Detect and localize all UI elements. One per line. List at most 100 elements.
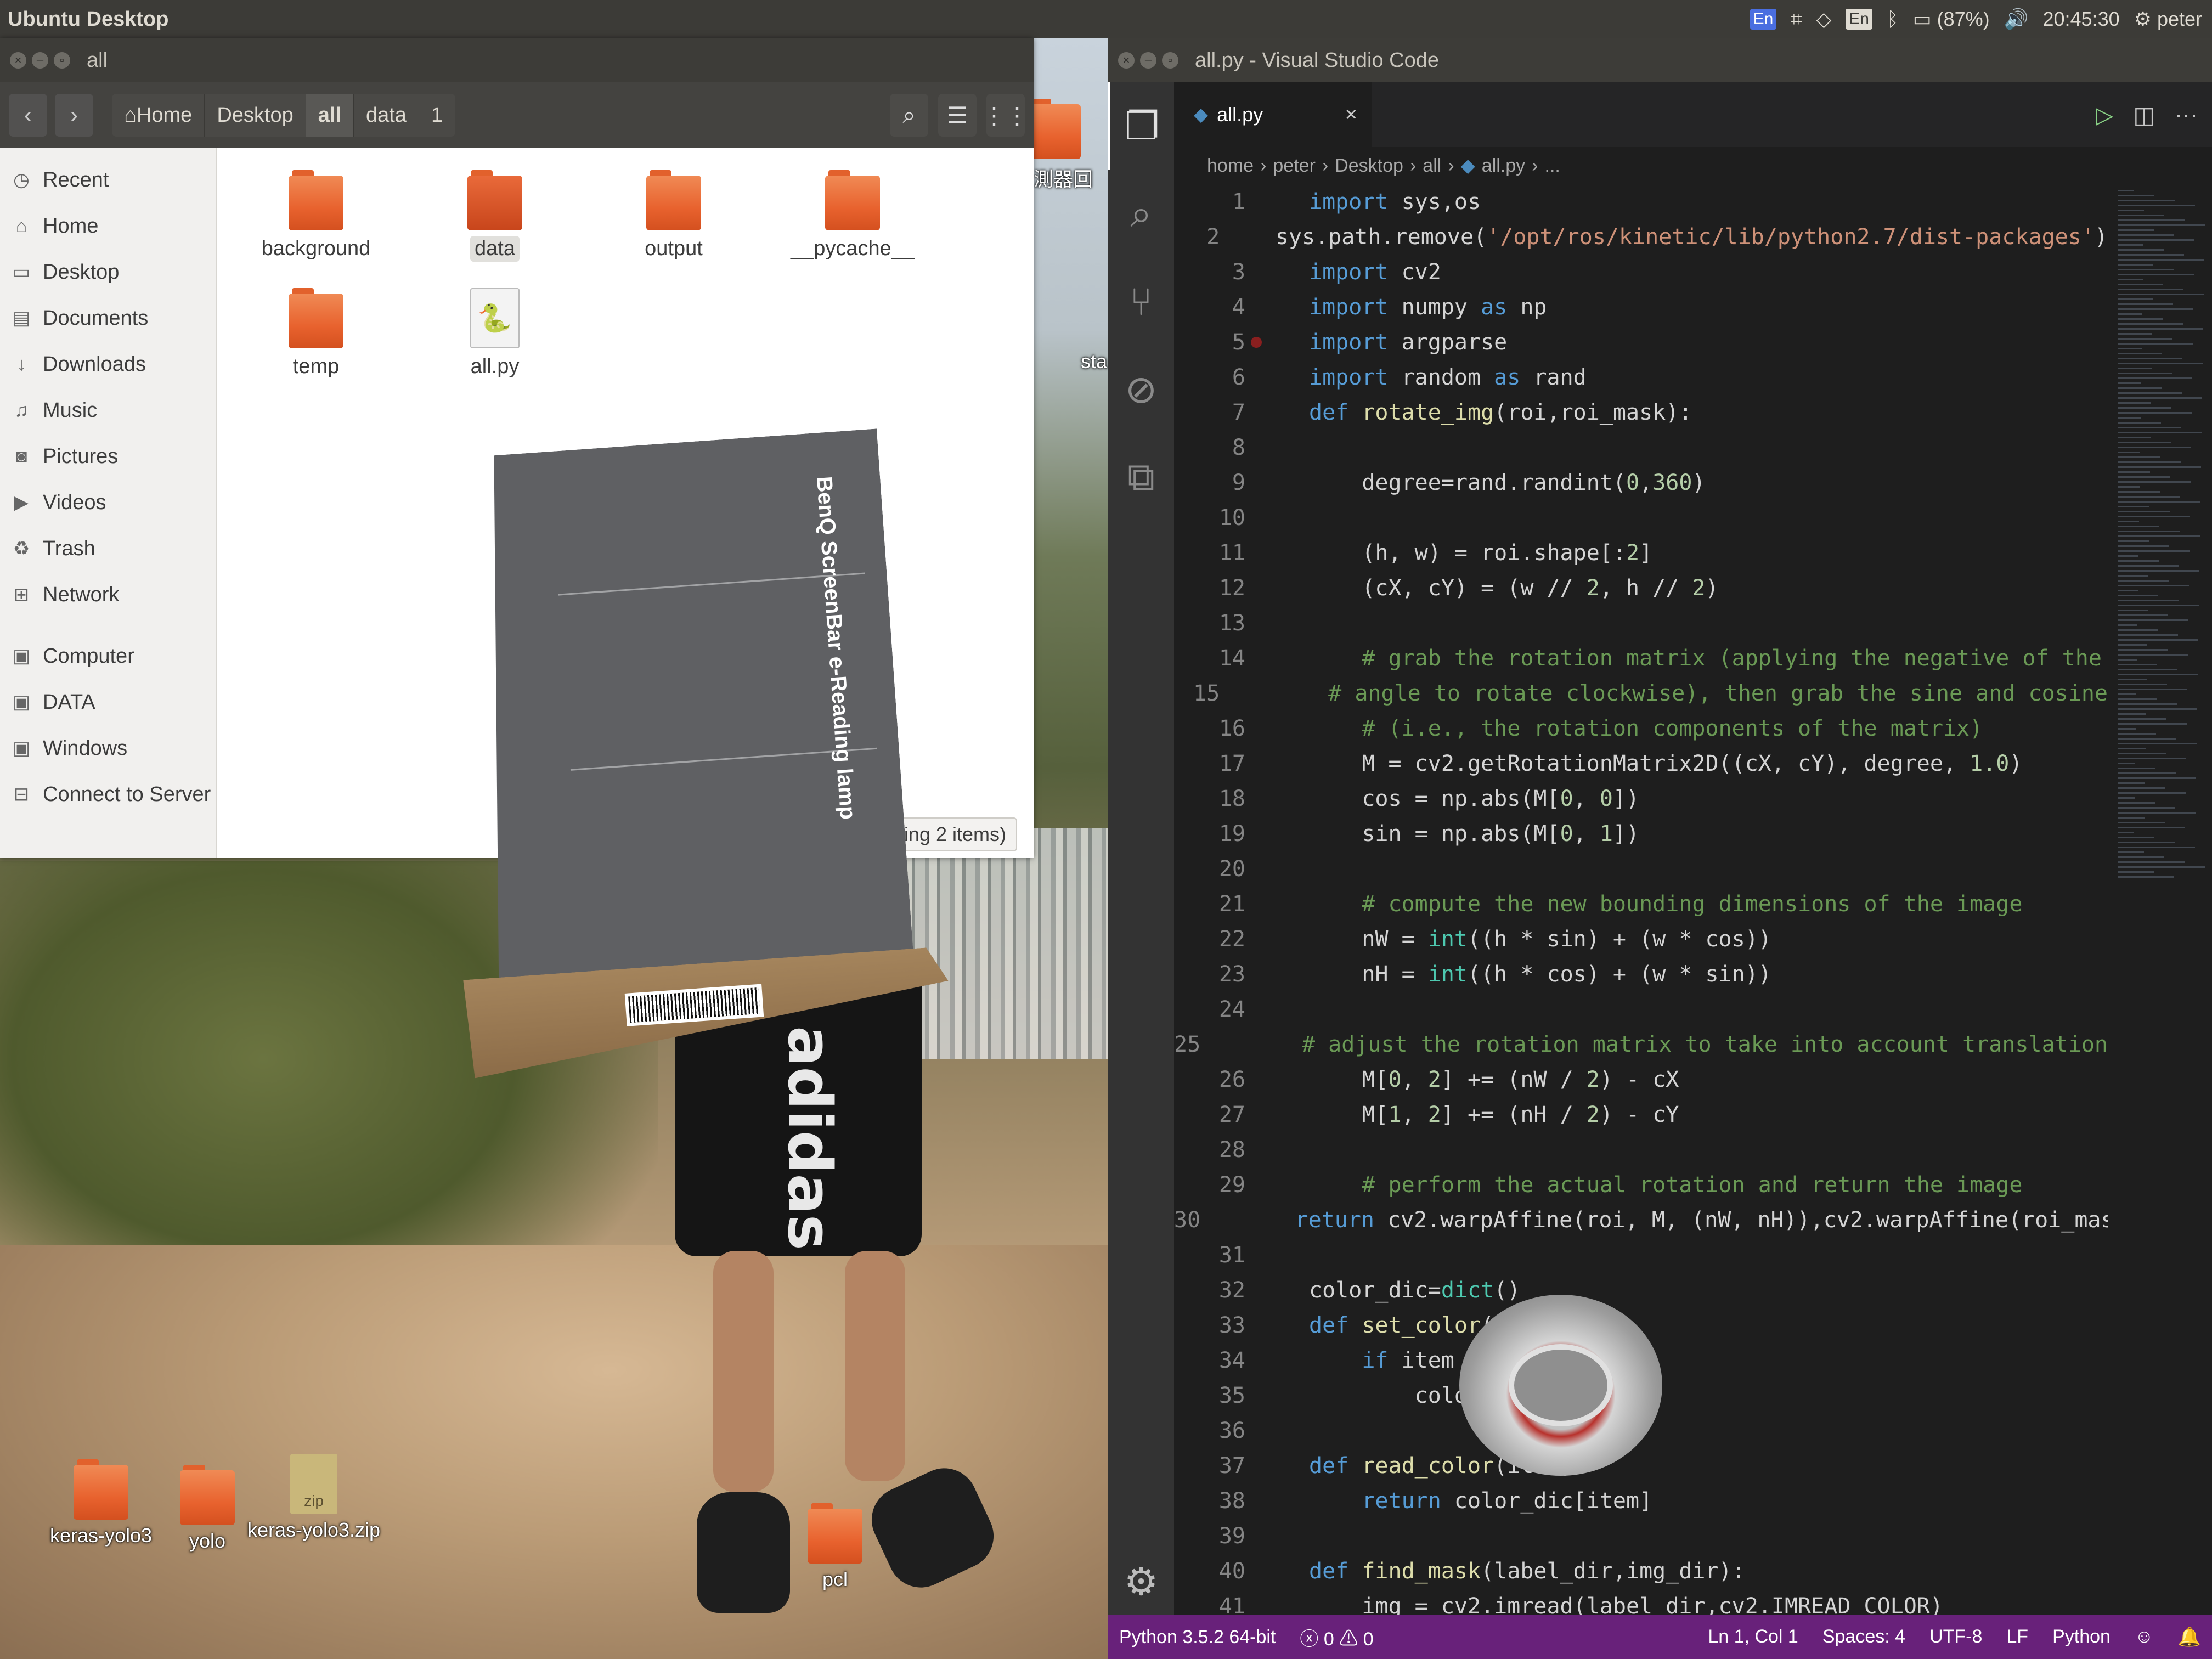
source-control-icon[interactable]: ⑂ — [1108, 258, 1174, 346]
sidebar-item-home[interactable]: ⌂ Home — [0, 203, 216, 249]
tab-all-py[interactable]: ◆ all.py × — [1174, 82, 1372, 147]
breakpoint-icon[interactable] — [1251, 337, 1262, 348]
sidebar-item-pictures[interactable]: ◙ Pictures — [0, 433, 216, 479]
bell-icon[interactable]: 🔔 — [2178, 1626, 2201, 1648]
debug-icon[interactable]: ⊘ — [1108, 346, 1174, 433]
code-line[interactable]: 11 (h, w) = roi.shape[:2] — [1174, 535, 2108, 571]
close-button[interactable]: × — [1118, 52, 1135, 69]
feedback-icon[interactable]: ☺ — [2135, 1626, 2154, 1648]
breadcrumb-all[interactable]: all — [306, 94, 354, 137]
maximize-button[interactable]: ▫ — [1162, 52, 1178, 69]
code-line[interactable]: 37def read_color(item) — [1174, 1448, 2108, 1483]
battery-indicator[interactable]: ▭ (87%) — [1913, 8, 1990, 31]
code-line[interactable]: 40 def find_mask(label_dir,img_dir): — [1174, 1554, 2108, 1589]
breadcrumb-desktop[interactable]: Desktop — [1335, 155, 1403, 177]
more-icon[interactable]: ··· — [2175, 101, 2198, 128]
file-item-pycache[interactable]: __pycache__ — [770, 170, 935, 262]
keyboard-icon[interactable]: ⌗ — [1791, 8, 1802, 31]
sidebar-item-music[interactable]: ♫ Music — [0, 387, 216, 433]
code-line[interactable]: 38 return color_dic[item] — [1174, 1483, 2108, 1519]
code-line[interactable]: 30 return cv2.warpAffine(roi, M, (nW, nH… — [1174, 1203, 2108, 1238]
code-line[interactable]: 20 — [1174, 851, 2108, 887]
cursor-position[interactable]: Ln 1, Col 1 — [1708, 1626, 1798, 1648]
wifi-icon[interactable]: ◇ — [1816, 8, 1832, 31]
code-line[interactable]: 25 # adjust the rotation matrix to take … — [1174, 1027, 2108, 1062]
code-line[interactable]: 29 # perform the actual rotation and ret… — [1174, 1167, 2108, 1203]
code-line[interactable]: 39 — [1174, 1519, 2108, 1554]
close-button[interactable]: × — [10, 52, 26, 69]
code-line[interactable]: 26 M[0, 2] += (nW / 2) - cX — [1174, 1062, 2108, 1097]
forward-button[interactable]: › — [55, 94, 93, 137]
code-line[interactable]: 14 # grab the rotation matrix (applying … — [1174, 641, 2108, 676]
breadcrumb-home[interactable]: home — [1207, 155, 1254, 177]
file-item-background[interactable]: background — [234, 170, 398, 262]
breadcrumb-peter[interactable]: peter — [1273, 155, 1316, 177]
sidebar-item-desktop[interactable]: ▭ Desktop — [0, 249, 216, 295]
maximize-button[interactable]: ▫ — [54, 52, 70, 69]
breadcrumb-file[interactable]: all.py — [1482, 155, 1525, 177]
sidebar-item-connect-to-server[interactable]: ⊟ Connect to Server — [0, 771, 216, 817]
code-line[interactable]: 32 color_dic=dict() — [1174, 1273, 2108, 1308]
code-line[interactable]: 18 cos = np.abs(M[0, 0]) — [1174, 781, 2108, 816]
code-line[interactable]: 21 # compute the new bounding dimensions… — [1174, 887, 2108, 922]
language-mode[interactable]: Python — [2052, 1626, 2111, 1648]
split-editor-icon[interactable]: ◫ — [2133, 101, 2155, 128]
run-icon[interactable]: ▷ — [2096, 101, 2113, 128]
breadcrumb-data[interactable]: data — [353, 94, 419, 137]
code-line[interactable]: 31 — [1174, 1238, 2108, 1273]
sidebar-item-videos[interactable]: ▶ Videos — [0, 479, 216, 526]
code-line[interactable]: 23 nH = int((h * cos) + (w * sin)) — [1174, 957, 2108, 992]
sidebar-item-computer[interactable]: ▣ Computer — [0, 633, 216, 679]
code-line[interactable]: 27 M[1, 2] += (nH / 2) - cY — [1174, 1097, 2108, 1132]
list-view-button[interactable]: ☰ — [938, 94, 977, 137]
code-line[interactable]: 10 — [1174, 500, 2108, 535]
file-item-temp[interactable]: temp — [234, 288, 398, 380]
sidebar-item-windows[interactable]: ▣ Windows — [0, 725, 216, 771]
close-icon[interactable]: × — [1345, 103, 1357, 127]
sidebar-item-network[interactable]: ⊞ Network — [0, 572, 216, 618]
minimize-button[interactable]: – — [32, 52, 48, 69]
code-line[interactable]: 17 M = cv2.getRotationMatrix2D((cX, cY),… — [1174, 746, 2108, 781]
code-line[interactable]: 19 sin = np.abs(M[0, 1]) — [1174, 816, 2108, 851]
minimap[interactable] — [2108, 184, 2212, 1615]
python-interpreter[interactable]: Python 3.5.2 64-bit — [1119, 1627, 1276, 1648]
minimize-button[interactable]: – — [1140, 52, 1156, 69]
code-line[interactable]: 13 — [1174, 606, 2108, 641]
code-line[interactable]: 1 import sys,os — [1174, 184, 2108, 219]
gear-icon[interactable]: ⚙ — [1108, 1559, 1174, 1604]
explorer-icon[interactable]: ❐ — [1108, 82, 1174, 170]
extensions-icon[interactable]: ⧉ — [1108, 433, 1174, 521]
code-line[interactable]: 5 import argparse — [1174, 325, 2108, 360]
desktop-icon-keras-yolo3-zip[interactable]: zip keras-yolo3.zip — [247, 1454, 380, 1542]
back-button[interactable]: ‹ — [9, 94, 47, 137]
clock[interactable]: 20:45:30 — [2043, 8, 2120, 31]
keyboard-layout-indicator[interactable]: En — [1846, 9, 1872, 30]
desktop-icon-partial-label[interactable]: sta — [1081, 350, 1107, 373]
sidebar-item-documents[interactable]: ▤ Documents — [0, 295, 216, 341]
code-line[interactable]: 4 import numpy as np — [1174, 290, 2108, 325]
code-line[interactable]: 28 — [1174, 1132, 2108, 1167]
code-line[interactable]: 9 degree=rand.randint(0,360) — [1174, 465, 2108, 500]
code-line[interactable]: 7 def rotate_img(roi,roi_mask): — [1174, 395, 2108, 430]
code-line[interactable]: 41 img = cv2.imread(label_dir,cv2.IMREAD… — [1174, 1589, 2108, 1615]
input-method-indicator[interactable]: En — [1750, 9, 1777, 30]
code-line[interactable]: 2 sys.path.remove('/opt/ros/kinetic/lib/p… — [1174, 219, 2108, 255]
code-line[interactable]: 22 nW = int((h * sin) + (w * cos)) — [1174, 922, 2108, 957]
code-line[interactable]: 24 — [1174, 992, 2108, 1027]
indentation[interactable]: Spaces: 4 — [1822, 1626, 1905, 1648]
search-icon[interactable]: ⌕ — [1108, 170, 1174, 258]
code-line[interactable]: 3 import cv2 — [1174, 255, 2108, 290]
breakpoint-gutter[interactable] — [1245, 337, 1267, 348]
breadcrumb-all[interactable]: all — [1423, 155, 1441, 177]
sidebar-item-downloads[interactable]: ↓ Downloads — [0, 341, 216, 387]
volume-icon[interactable]: 🔊 — [2004, 8, 2029, 31]
breadcrumb-more[interactable]: ... — [1545, 155, 1560, 177]
desktop-icon-pcl[interactable]: pcl — [769, 1503, 901, 1591]
sidebar-item-trash[interactable]: ♻ Trash — [0, 526, 216, 572]
file-item-data[interactable]: data — [413, 170, 577, 262]
code-line[interactable]: 15 # angle to rotate clockwise), then gr… — [1174, 676, 2108, 711]
search-button[interactable]: ⌕ — [890, 94, 928, 137]
bluetooth-icon[interactable]: ᛒ — [1887, 8, 1899, 31]
file-item-output[interactable]: output — [591, 170, 756, 262]
user-menu[interactable]: ⚙ peter — [2134, 8, 2202, 31]
